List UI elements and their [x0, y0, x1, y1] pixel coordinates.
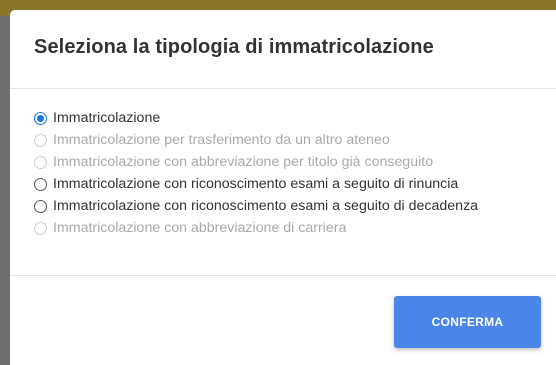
radio-button: [34, 133, 47, 147]
options-list: Immatricolazione Immatricolazione per tr…: [10, 107, 556, 239]
option-abbreviazione-carriera: Immatricolazione con abbreviazione di ca…: [34, 217, 556, 239]
option-label: Immatricolazione con riconoscimento esam…: [53, 176, 459, 192]
radio-button[interactable]: [34, 111, 47, 125]
radio-button[interactable]: [34, 199, 47, 213]
option-label: Immatricolazione: [53, 110, 161, 126]
option-label: Immatricolazione con abbreviazione per t…: [53, 154, 434, 170]
option-label: Immatricolazione con riconoscimento esam…: [53, 198, 479, 214]
footer-divider: [10, 275, 556, 276]
option-trasferimento: Immatricolazione per trasferimento da un…: [34, 129, 556, 151]
option-label: Immatricolazione per trasferimento da un…: [53, 132, 390, 148]
option-immatricolazione[interactable]: Immatricolazione: [34, 107, 556, 129]
option-abbreviazione-titolo: Immatricolazione con abbreviazione per t…: [34, 151, 556, 173]
option-riconoscimento-decadenza[interactable]: Immatricolazione con riconoscimento esam…: [34, 195, 556, 217]
modal-dialog: Seleziona la tipologia di immatricolazio…: [10, 10, 556, 365]
option-label: Immatricolazione con abbreviazione di ca…: [53, 220, 347, 236]
option-riconoscimento-rinuncia[interactable]: Immatricolazione con riconoscimento esam…: [34, 173, 556, 195]
modal-title: Seleziona la tipologia di immatricolazio…: [34, 36, 434, 58]
modal-header: Seleziona la tipologia di immatricolazio…: [10, 10, 556, 89]
radio-button[interactable]: [34, 177, 47, 191]
background-overlay: [0, 16, 10, 365]
confirm-button[interactable]: CONFERMA: [394, 296, 541, 348]
radio-button: [34, 221, 47, 235]
radio-button: [34, 155, 47, 169]
